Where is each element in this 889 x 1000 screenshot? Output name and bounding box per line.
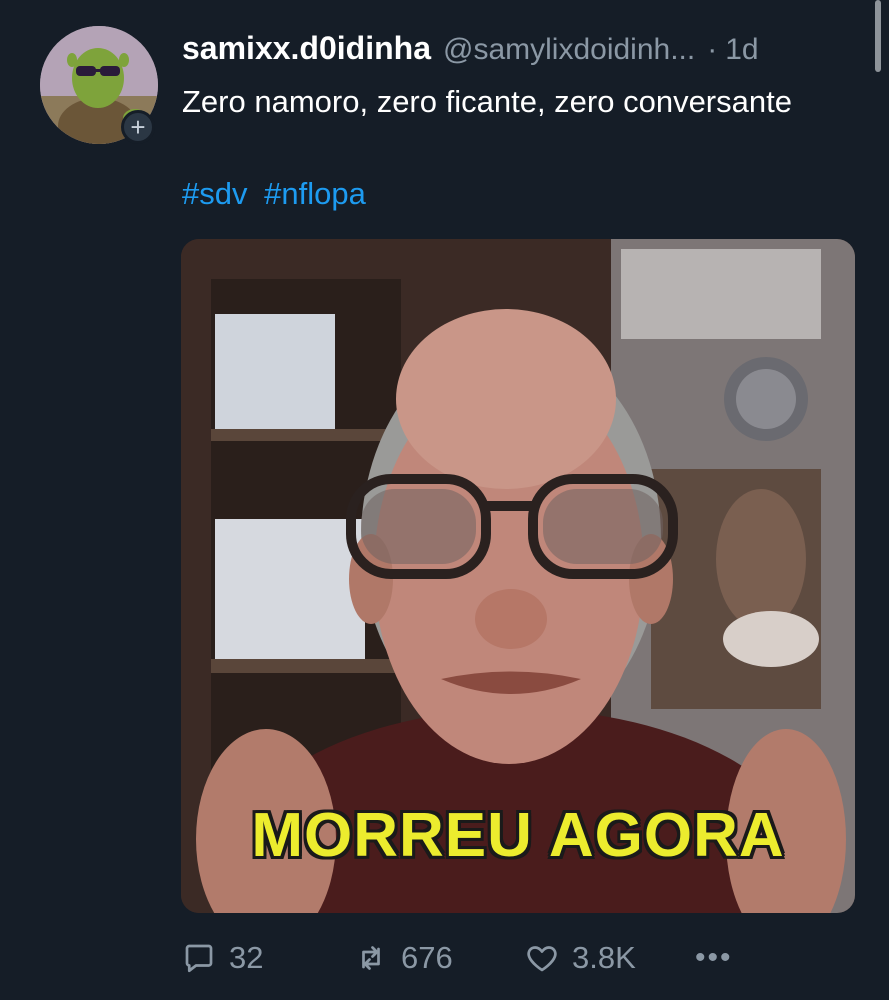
retweet-count: 676 — [401, 940, 453, 975]
reply-button[interactable]: 32 — [181, 940, 263, 976]
tweet-timestamp[interactable]: 1d — [725, 33, 758, 67]
hashtags: #sdv #nflopa — [182, 171, 374, 217]
hashtag-link[interactable]: #nflopa — [264, 176, 366, 211]
like-count: 3.8K — [572, 940, 636, 975]
display-name[interactable]: samixx.d0idinha — [182, 30, 431, 67]
tweet-text: Zero namoro, zero ficante, zero conversa… — [182, 84, 792, 119]
separator-dot: · — [707, 33, 718, 66]
scrollbar[interactable] — [875, 0, 881, 72]
follow-plus-icon[interactable]: + — [121, 110, 155, 144]
user-handle[interactable]: @samylixdoidinh... — [443, 33, 695, 67]
like-button[interactable]: 3.8K — [524, 940, 636, 976]
reply-count: 32 — [229, 940, 264, 975]
retweet-button[interactable]: 676 — [353, 940, 453, 976]
more-glyph: ••• — [695, 941, 733, 974]
gif-caption: MORREU AGORA — [251, 801, 785, 870]
tweet-media-gif[interactable]: MORREU AGORA — [181, 239, 855, 913]
hashtag-link[interactable]: #sdv — [182, 176, 247, 211]
action-bar: 32 676 3.8K ••• — [181, 935, 855, 981]
retweet-icon — [362, 946, 380, 970]
heart-icon — [527, 946, 557, 972]
tweet-header: samixx.d0idinha @samylixdoidinh... · 1d — [182, 30, 854, 72]
plus-glyph: + — [130, 112, 146, 142]
reply-icon — [185, 944, 213, 973]
more-options-icon[interactable]: ••• — [695, 941, 733, 975]
